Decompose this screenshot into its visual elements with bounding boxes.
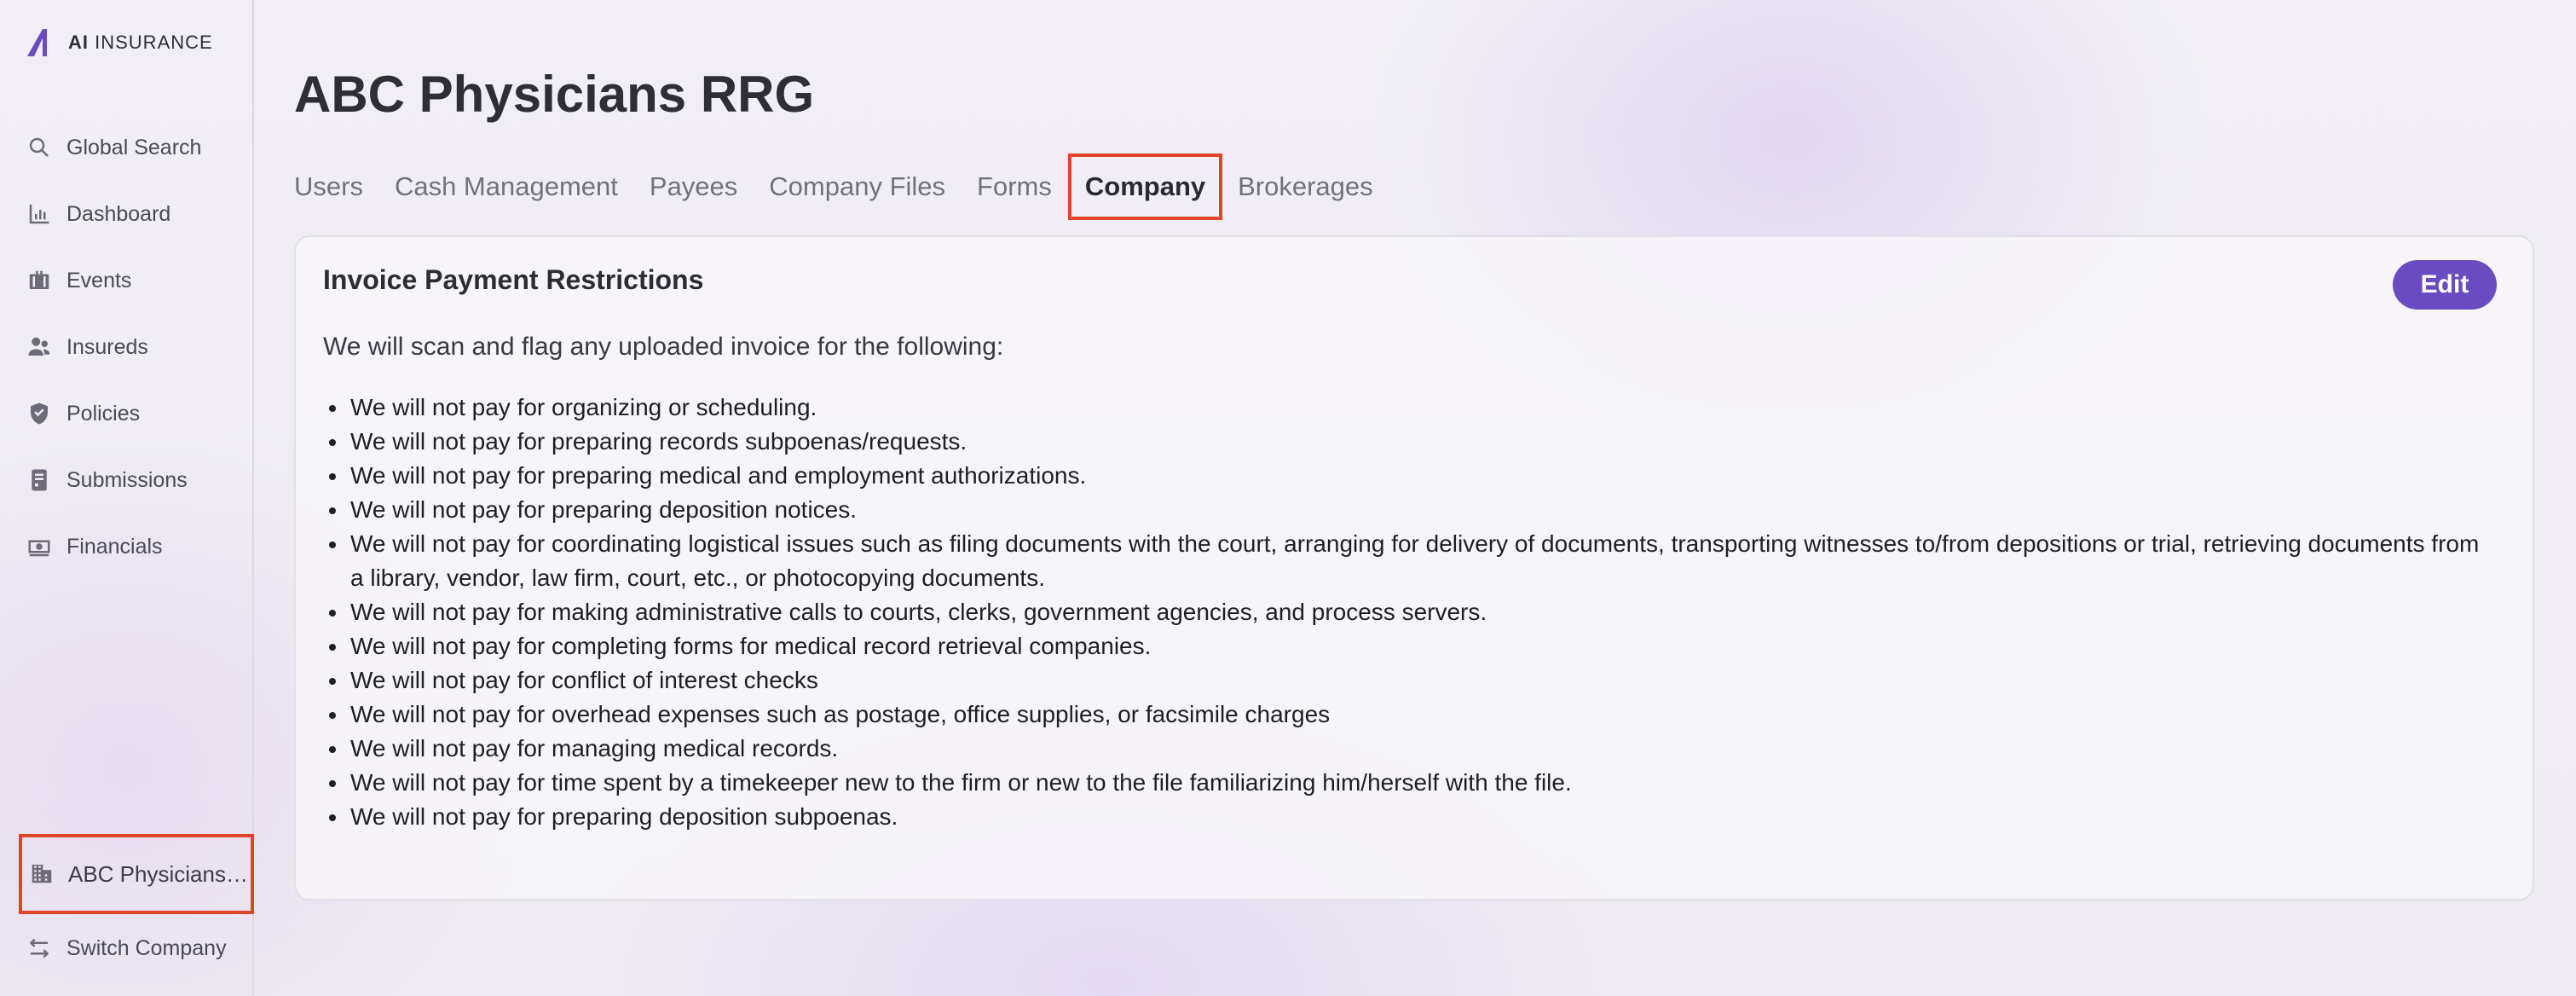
list-item: We will not pay for making administrativ…	[349, 595, 2497, 629]
list-item: We will not pay for preparing records su…	[349, 425, 2497, 459]
tab-brokerages[interactable]: Brokerages	[1238, 165, 1373, 208]
tab-users[interactable]: Users	[294, 165, 363, 208]
building-icon	[29, 860, 55, 888]
list-item: We will not pay for preparing deposition…	[349, 493, 2497, 527]
chart-bar-icon	[26, 200, 53, 228]
swap-arrows-icon	[26, 935, 53, 962]
sidebar-item-label: Policies	[66, 401, 141, 426]
logo-text: AI INSURANCE	[68, 32, 213, 53]
tab-payees[interactable]: Payees	[650, 165, 737, 208]
switch-company-label: Switch Company	[66, 935, 227, 960]
sidebar-item-label: Global Search	[66, 135, 202, 159]
sidebar-company-selector[interactable]: ABC Physicians RRG	[19, 834, 254, 914]
money-icon	[26, 533, 53, 560]
sidebar-item-financials[interactable]: Financials	[26, 530, 163, 564]
document-icon	[26, 466, 53, 494]
shield-check-icon	[26, 400, 53, 427]
main-content: ABC Physicians RRG Users Cash Management…	[294, 0, 2576, 996]
sidebar-item-insureds[interactable]: Insureds	[26, 330, 148, 364]
list-item: We will not pay for completing forms for…	[349, 629, 2497, 663]
list-item: We will not pay for coordinating logisti…	[349, 527, 2497, 595]
list-item: We will not pay for preparing medical an…	[349, 459, 2497, 493]
sidebar-item-dashboard[interactable]: Dashboard	[26, 197, 170, 231]
company-label: ABC Physicians RRG	[68, 860, 251, 887]
tab-bar: Users Cash Management Payees Company Fil…	[294, 153, 1405, 220]
sidebar-item-label: Insureds	[66, 334, 148, 359]
tab-company[interactable]: Company	[1067, 153, 1223, 220]
tab-cash-management[interactable]: Cash Management	[395, 165, 618, 208]
brand-mark-icon	[27, 29, 47, 56]
invoice-restrictions-card: Invoice Payment Restrictions Edit We wil…	[294, 235, 2534, 900]
sidebar-item-label: Submissions	[66, 467, 188, 492]
sidebar-item-events[interactable]: Events	[26, 263, 131, 298]
users-icon	[26, 333, 53, 361]
tab-company-files[interactable]: Company Files	[769, 165, 945, 208]
list-item: We will not pay for managing medical rec…	[349, 732, 2497, 766]
restriction-list: We will not pay for organizing or schedu…	[349, 391, 2497, 834]
card-intro: We will scan and flag any uploaded invoi…	[323, 333, 1004, 361]
sidebar-item-global-search[interactable]: Global Search	[26, 130, 201, 165]
list-item: We will not pay for overhead expenses su…	[349, 698, 2497, 732]
sidebar-item-policies[interactable]: Policies	[26, 397, 140, 431]
sidebar-item-label: Dashboard	[66, 201, 171, 226]
list-item: We will not pay for organizing or schedu…	[349, 391, 2497, 425]
switch-company-button[interactable]: Switch Company	[26, 931, 227, 965]
page-title: ABC Physicians RRG	[294, 66, 815, 123]
search-icon	[26, 134, 53, 161]
list-item: We will not pay for time spent by a time…	[349, 766, 2497, 800]
list-item: We will not pay for preparing deposition…	[349, 800, 2497, 834]
sidebar-item-label: Events	[66, 268, 132, 292]
briefcase-icon	[26, 267, 53, 294]
tab-forms[interactable]: Forms	[977, 165, 1052, 208]
logo[interactable]: AI INSURANCE	[24, 26, 213, 60]
sidebar-item-label: Financials	[66, 534, 163, 559]
card-title: Invoice Payment Restrictions	[323, 264, 704, 295]
list-item: We will not pay for conflict of interest…	[349, 663, 2497, 698]
sidebar-item-submissions[interactable]: Submissions	[26, 463, 188, 497]
sidebar: AI INSURANCE Global Search Dashboard Eve…	[0, 0, 254, 996]
edit-button[interactable]: Edit	[2393, 260, 2497, 310]
